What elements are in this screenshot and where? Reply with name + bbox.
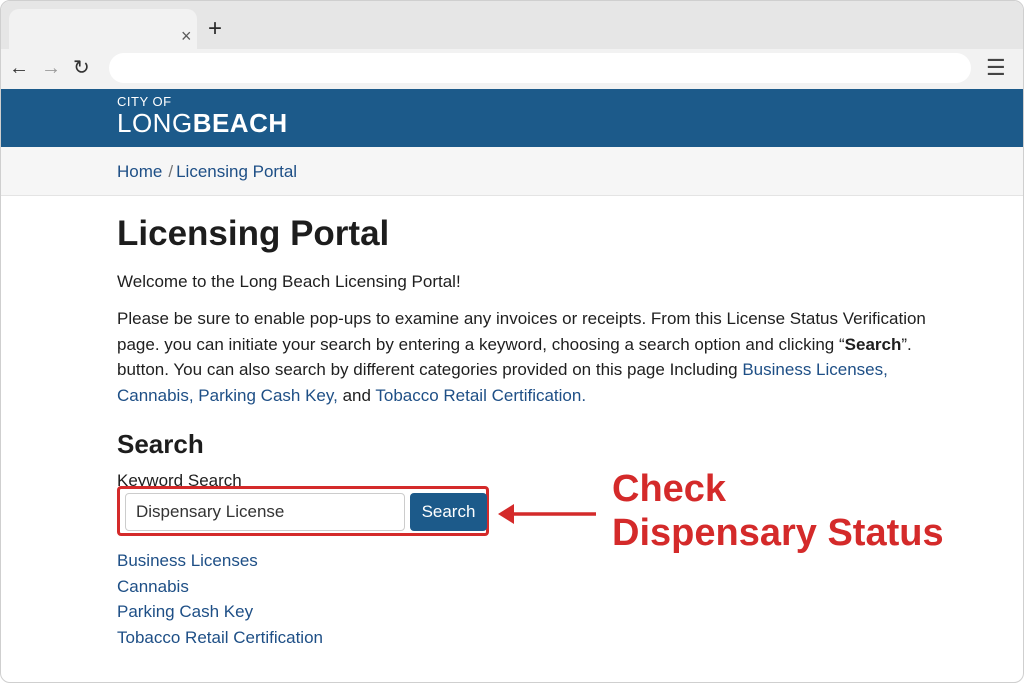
inline-link-business-licenses[interactable]: Business Licenses, — [742, 360, 888, 379]
instructions-part-1: Please be sure to enable pop-ups to exam… — [117, 309, 926, 354]
callout-line-1: Check — [612, 468, 727, 510]
breadcrumb-current[interactable]: Licensing Portal — [176, 162, 297, 181]
browser-toolbar: ← → ↻ ☰ — [1, 49, 1023, 89]
breadcrumb-home[interactable]: Home — [117, 162, 162, 181]
page-title: Licensing Portal — [117, 214, 390, 253]
link-cannabis[interactable]: Cannabis — [117, 574, 323, 600]
link-tobacco-retail-certification[interactable]: Tobacco Retail Certification — [117, 625, 323, 651]
instructions-bold-search: Search — [844, 334, 902, 354]
back-arrow-icon[interactable]: ← — [9, 57, 29, 79]
inline-link-parking-cash-key[interactable]: Parking Cash Key, — [198, 386, 338, 405]
annotation-callout: Check Dispensary Status — [612, 467, 944, 555]
search-button[interactable]: Search — [410, 493, 487, 531]
inline-link-tobacco-retail[interactable]: Tobacco Retail Certification. — [375, 386, 586, 405]
tab-close-icon[interactable]: × — [181, 27, 192, 45]
breadcrumb-bar: Home / Licensing Portal — [1, 147, 1023, 196]
welcome-text: Welcome to the Long Beach Licensing Port… — [117, 272, 461, 291]
tab-strip: × + — [1, 1, 1023, 49]
breadcrumb-separator: / — [168, 162, 174, 181]
annotation-arrow-icon — [498, 504, 596, 524]
instructions-paragraph: Please be sure to enable pop-ups to exam… — [117, 306, 967, 408]
new-tab-icon[interactable]: + — [208, 17, 222, 41]
callout-line-2: Dispensary Status — [612, 512, 944, 554]
site-header: CITY OF LONGBEACH — [1, 89, 1023, 147]
link-parking-cash-key[interactable]: Parking Cash Key — [117, 599, 323, 625]
search-highlight-box: Search — [117, 486, 489, 536]
browser-tab[interactable]: × — [9, 9, 197, 49]
link-business-licenses[interactable]: Business Licenses — [117, 548, 323, 574]
logo-beach: BEACH — [192, 108, 288, 138]
search-heading: Search — [117, 429, 204, 459]
city-logo[interactable]: CITY OF LONGBEACH — [117, 94, 288, 138]
main-content: Licensing Portal Welcome to the Long Bea… — [117, 213, 977, 647]
logo-long: LONG — [117, 108, 193, 138]
breadcrumb: Home / Licensing Portal — [117, 162, 297, 182]
logo-city-of: CITY OF — [117, 94, 172, 109]
keyword-search-input[interactable] — [125, 493, 405, 531]
reload-icon[interactable]: ↻ — [73, 57, 90, 79]
hamburger-menu-icon[interactable]: ☰ — [986, 57, 1006, 79]
forward-arrow-icon[interactable]: → — [41, 57, 61, 79]
instructions-and: and — [342, 385, 371, 405]
address-bar[interactable] — [109, 53, 971, 83]
logo-long-beach: LONGBEACH — [117, 109, 288, 137]
browser-window: × + ← → ↻ ☰ CITY OF LONGBEACH Home / Licen… — [0, 0, 1024, 683]
category-links: Business Licenses Cannabis Parking Cash … — [117, 548, 323, 650]
inline-link-cannabis[interactable]: Cannabis, — [117, 386, 194, 405]
